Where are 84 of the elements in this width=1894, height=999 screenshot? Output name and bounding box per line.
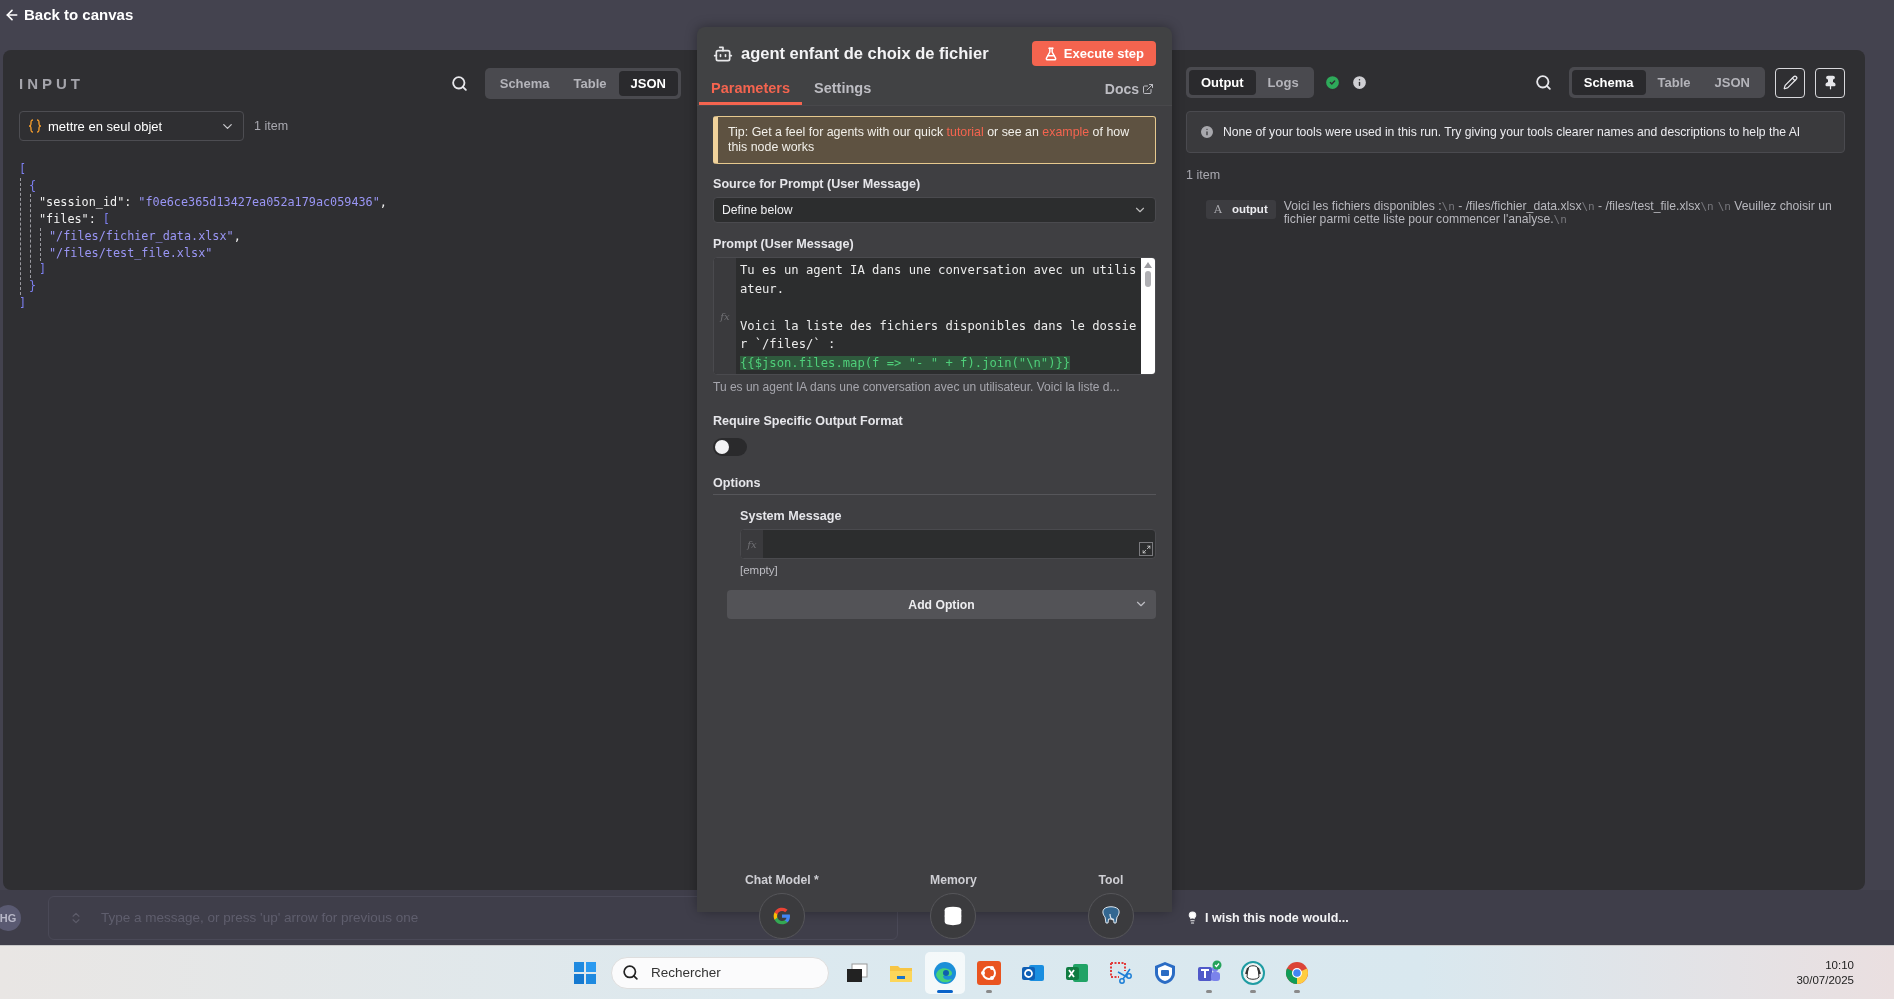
sub-node[interactable] — [758, 893, 805, 939]
field-label: Source for Prompt (User Message) — [713, 177, 922, 191]
prompt-preview: Tu es un agent IA dans une conversation avec un utilisateur. Voici la liste d... — [713, 380, 1121, 394]
json-bracket: [ — [19, 161, 27, 178]
database-icon — [943, 906, 964, 926]
lightbulb-icon — [1186, 911, 1199, 924]
sub-node[interactable] — [1088, 893, 1134, 939]
search-icon — [451, 75, 469, 92]
edit-button[interactable] — [1775, 67, 1805, 98]
user-avatar: HG — [0, 904, 21, 931]
view-tab[interactable]: Table — [1645, 70, 1703, 95]
scissors-crop-icon — [1108, 960, 1134, 986]
external-link-icon — [1142, 83, 1154, 95]
google-icon — [771, 906, 792, 926]
expression-text: {{$json.files.map(f => "- " + f).join("\n")}} — [740, 355, 1071, 370]
json-value: "f0e6ce365d13427ea052a179ac059436" — [138, 194, 380, 212]
view-tab[interactable]: Table — [561, 71, 619, 96]
shield-icon — [1152, 960, 1178, 986]
json-bracket: [ — [102, 211, 110, 228]
info-icon — [1350, 74, 1368, 91]
notice-text: None of your tools were used in this run. Try giving your tools clearer names and descriptions to help the AI — [1223, 125, 1801, 139]
expand-icon[interactable] — [1139, 542, 1153, 556]
view-tab[interactable]: JSON — [618, 71, 678, 96]
json-value: "/files/test_file.xlsx" — [49, 244, 213, 262]
view-tab[interactable]: JSON — [1702, 70, 1762, 95]
pencil-icon — [1782, 75, 1798, 90]
windows-logo-icon — [574, 961, 596, 984]
section-title: Options — [713, 476, 762, 490]
execute-button[interactable]: Execute step — [1031, 41, 1156, 66]
back-link[interactable]: Back to canvas — [4, 6, 134, 23]
type-label: A — [1214, 203, 1222, 216]
panel-tab[interactable]: Settings — [802, 72, 884, 105]
add-option-button[interactable]: Add Option — [727, 590, 1156, 619]
flask-icon — [1043, 46, 1058, 61]
field-label: Require Specific Output Format — [713, 414, 904, 428]
prompt-line: Voici la liste des fichiers disponibles dans le dossier `/files/` : — [740, 317, 1137, 353]
chrome-icon — [1284, 960, 1310, 986]
search-icon — [622, 964, 639, 981]
panel-title: INPUT — [19, 75, 85, 92]
json-value: "/files/fichier_data.xlsx" — [49, 227, 234, 245]
search-input[interactable]: Rechercher — [649, 964, 799, 981]
view-tab[interactable]: Schema — [1571, 70, 1646, 95]
browser-wave-icon — [932, 960, 958, 986]
field-hint: [empty] — [740, 564, 779, 576]
taskbar-search[interactable]: Rechercher — [611, 956, 829, 989]
json-comma: , — [379, 194, 387, 212]
mode-tab[interactable]: Output — [1189, 70, 1256, 95]
connector-label: Chat Model * — [745, 873, 819, 887]
tip-text: Tip: Get a feel for agents with our quick tutorial or see an example of how this node works — [713, 116, 1156, 164]
item-count: 1 item — [1186, 168, 1222, 182]
braces-icon — [28, 119, 42, 133]
clock-date: 30/07/2025 — [1796, 974, 1854, 986]
sub-node[interactable] — [930, 893, 977, 939]
json-bracket: } — [29, 277, 37, 295]
field-label: Prompt (User Message) — [713, 237, 855, 251]
pin-button[interactable] — [1815, 67, 1845, 98]
json-bracket: ] — [39, 261, 47, 278]
clock-time: 10:10 — [1825, 959, 1854, 971]
json-bracket: { — [29, 177, 37, 195]
node-title: agent enfant de choix de fichier — [741, 44, 990, 63]
connector-label: Tool — [1098, 873, 1124, 887]
field-value: Voici les fichiers disponibles :\n - /files/fichier_data.xlsx\n - /files/test_file.xlsx\n \n Veuillez choisir un fichier parmi cette liste pour commencer l'analyse.\n — [1283, 200, 1833, 226]
json-comma: , — [233, 227, 241, 245]
json-key: "files": — [39, 211, 96, 228]
mode-tab[interactable]: Logs — [1255, 70, 1311, 95]
connector-label: Memory — [930, 873, 977, 887]
prompt-line: Tu es un agent IA dans une conversation avec un utilisateur. — [740, 262, 1137, 298]
json-bracket: ] — [19, 294, 27, 312]
docs-link[interactable]: Docs — [1104, 81, 1154, 97]
info-icon — [1199, 124, 1215, 140]
dog-app-icon — [1240, 960, 1266, 986]
ring-logo-icon — [976, 960, 1002, 986]
feedback-link[interactable]: I wish this node would... — [1186, 910, 1349, 925]
pin-icon — [1822, 75, 1838, 90]
output-format-toggle[interactable] — [713, 438, 747, 456]
view-tab[interactable]: Schema — [487, 71, 562, 96]
search-icon — [1535, 74, 1553, 91]
field-name: output — [1231, 203, 1268, 216]
scrollbar[interactable] — [1141, 258, 1155, 374]
json-key: "session_id": — [39, 194, 132, 212]
field-label: System Message — [740, 509, 843, 523]
item-count: 1 item — [254, 119, 289, 133]
source-select[interactable]: Define below — [713, 197, 1156, 223]
node-select[interactable]: mettre en seul objet — [19, 111, 244, 141]
